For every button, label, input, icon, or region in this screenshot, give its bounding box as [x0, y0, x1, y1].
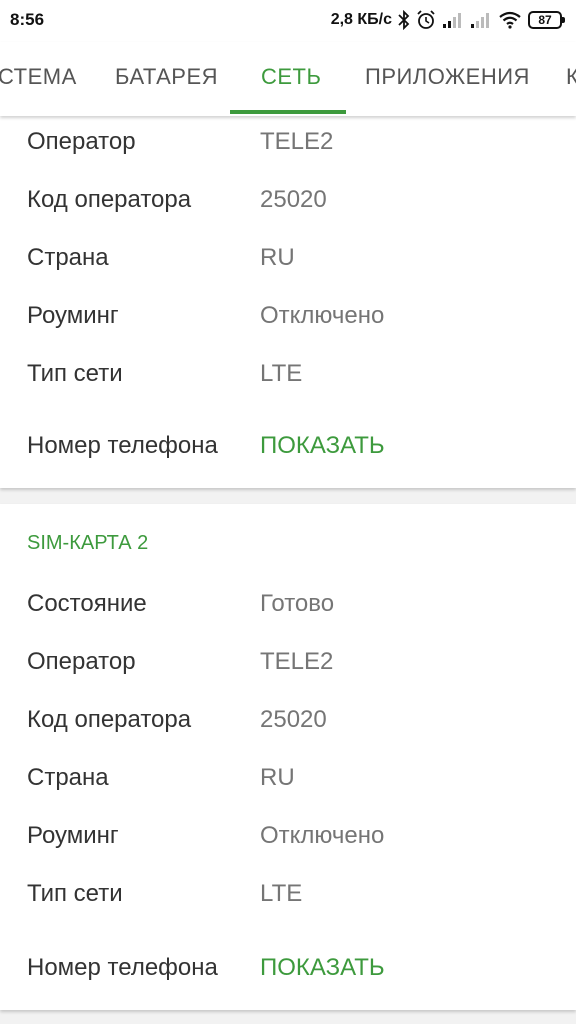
alarm-icon [416, 10, 436, 30]
status-icons: 2,8 КБ/с 87 [330, 8, 565, 32]
sim2-section-title: SIM-КАРТА 2 [27, 532, 149, 554]
tab-bar: СТЕМА БАТАРЕЯ СЕТЬ ПРИЛОЖЕНИЯ К [0, 42, 576, 116]
row-value: RU [260, 244, 295, 271]
tab-next[interactable]: К [566, 64, 576, 90]
tab-network[interactable]: СЕТЬ [261, 64, 321, 90]
network-speed: 2,8 КБ/с [330, 11, 392, 28]
sim2-row-operator: Оператор TELE2 [0, 642, 576, 682]
row-value: 25020 [260, 706, 327, 733]
row-label: Роуминг [27, 822, 119, 849]
row-label: Тип сети [27, 360, 123, 387]
row-value: TELE2 [260, 128, 334, 155]
sim1-show-phone-button[interactable]: ПОКАЗАТЬ [260, 432, 385, 460]
row-label: Страна [27, 244, 109, 271]
row-value: Отключено [260, 302, 385, 329]
sim1-row-network-type: Тип сети LTE [0, 354, 576, 394]
row-value: TELE2 [260, 648, 334, 675]
wifi-icon [498, 11, 522, 29]
row-label: Номер телефона [27, 432, 218, 459]
sim1-row-country: Страна RU [0, 238, 576, 278]
active-tab-indicator [230, 110, 346, 114]
bluetooth-icon [398, 10, 410, 30]
tab-system[interactable]: СТЕМА [0, 64, 77, 90]
tab-battery[interactable]: БАТАРЕЯ [115, 64, 218, 90]
row-value: 25020 [260, 186, 327, 213]
row-label: Код оператора [27, 706, 192, 733]
battery-level: 87 [538, 13, 552, 27]
signal-1-icon [442, 11, 464, 29]
sim2-card: SIM-КАРТА 2 Состояние Готово Оператор TE… [0, 504, 576, 1010]
status-time: 8:56 [10, 10, 45, 29]
row-label: Оператор [27, 128, 136, 155]
row-value: LTE [260, 360, 303, 387]
row-value: RU [260, 764, 295, 791]
sim2-row-network-type: Тип сети LTE [0, 874, 576, 914]
row-label: Состояние [27, 590, 147, 617]
row-label: Роуминг [27, 302, 119, 329]
battery-icon: 87 [528, 11, 565, 29]
row-value: Готово [260, 590, 335, 617]
row-value: LTE [260, 880, 303, 907]
sim2-row-phone: Номер телефона ПОКАЗАТЬ [0, 948, 576, 988]
row-label: Оператор [27, 648, 136, 675]
row-label: Тип сети [27, 880, 123, 907]
row-label: Код оператора [27, 186, 192, 213]
sim1-row-phone: Номер телефона ПОКАЗАТЬ [0, 426, 576, 466]
sim2-row-roaming: Роуминг Отключено [0, 816, 576, 856]
sim2-row-country: Страна RU [0, 758, 576, 798]
row-label: Страна [27, 764, 109, 791]
sim2-show-phone-button[interactable]: ПОКАЗАТЬ [260, 954, 385, 982]
row-label: Номер телефона [27, 954, 218, 981]
tab-apps[interactable]: ПРИЛОЖЕНИЯ [365, 64, 530, 90]
sim1-card: Оператор TELE2 Код оператора 25020 Стран… [0, 116, 576, 488]
sim1-row-roaming: Роуминг Отключено [0, 296, 576, 336]
sim1-row-operator-code: Код оператора 25020 [0, 180, 576, 220]
status-bar: 8:56 2,8 КБ/с 87 [0, 0, 576, 42]
sim2-row-operator-code: Код оператора 25020 [0, 700, 576, 740]
sim1-row-operator: Оператор TELE2 [0, 122, 576, 162]
signal-2-icon [470, 11, 492, 29]
row-value: Отключено [260, 822, 385, 849]
sim2-row-state: Состояние Готово [0, 584, 576, 624]
